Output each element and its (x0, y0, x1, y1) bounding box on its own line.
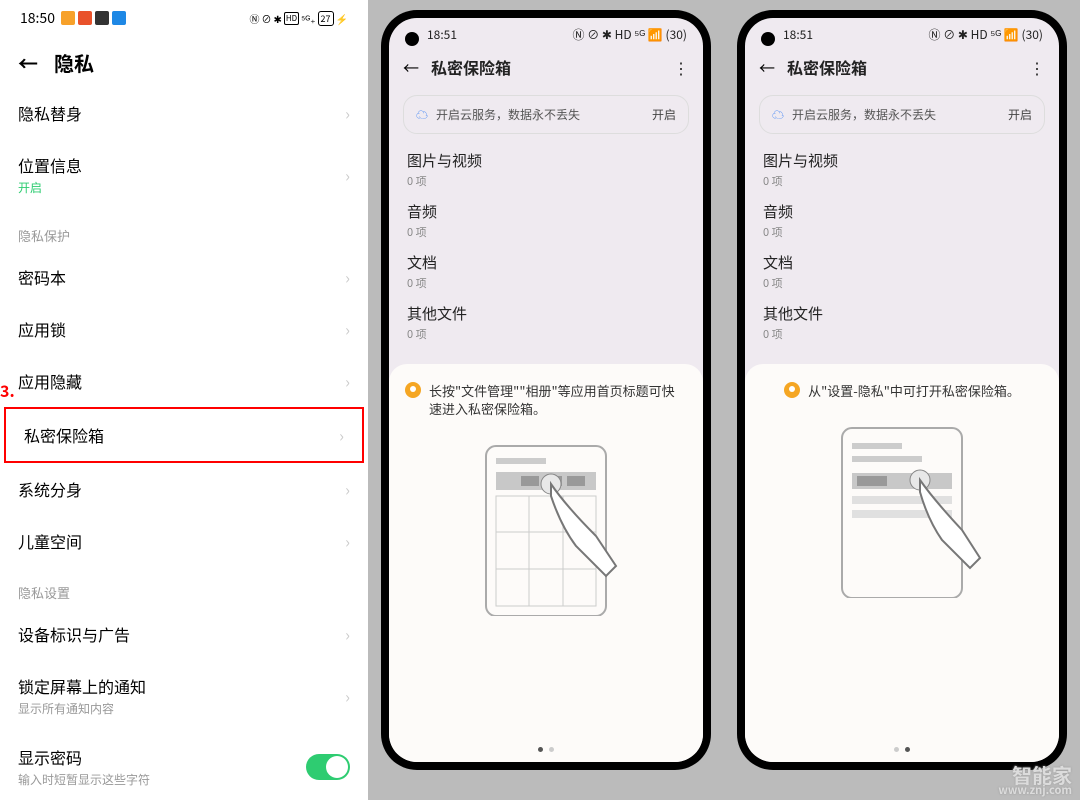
cat-images-video[interactable]: 图片与视频0 项 (389, 144, 703, 195)
step-annotation-3: 3. (0, 378, 15, 402)
page-dots[interactable] (894, 747, 910, 752)
bulb-icon (784, 382, 800, 398)
status-app-icons (61, 11, 126, 25)
tip-text: 从"设置-隐私"中可打开私密保险箱。 (784, 382, 1020, 400)
status-time: 18:50 (20, 8, 55, 28)
chevron-right-icon: › (345, 684, 350, 708)
phone-status-bar: 18:51 Ⓝ ⊘ ✱ HD ⁵ᴳ 📶 (30) (389, 18, 703, 43)
safe-title: 私密保险箱 (431, 55, 511, 79)
page-dots[interactable] (538, 747, 554, 752)
phone-photos: 18:51 Ⓝ ⊘ ✱ HD ⁵ᴳ 📶 (30) ← 私密保险箱 ⋮ ☁ 开启云… (368, 0, 1080, 800)
safe-title: 私密保险箱 (787, 55, 867, 79)
cloud-icon: ☁ (416, 106, 428, 123)
chevron-right-icon: › (345, 163, 350, 187)
tip-text: 长按"文件管理""相册"等应用首页标题可快速进入私密保险箱。 (405, 382, 687, 418)
row-show-password[interactable]: 显示密码输入时短暂显示这些字符 (0, 731, 368, 802)
phone-1: 18:51 Ⓝ ⊘ ✱ HD ⁵ᴳ 📶 (30) ← 私密保险箱 ⋮ ☁ 开启云… (368, 0, 724, 800)
bluetooth-icon: ✱ (273, 11, 281, 26)
settings-screenshot: 18:50 Ⓝ ⊘ ✱ HD ⁵ᴳ₊ 27 ⚡ ← 隐私 隐私替身 › 位置信息… (0, 0, 368, 800)
phone-status-icons: Ⓝ ⊘ ✱ HD ⁵ᴳ 📶 (30) (573, 26, 687, 43)
row-label: 隐私替身 (18, 101, 82, 125)
cat-docs[interactable]: 文档0 项 (389, 246, 703, 297)
chevron-right-icon: › (345, 317, 350, 341)
chevron-right-icon: › (339, 423, 344, 447)
cat-other[interactable]: 其他文件0 项 (745, 297, 1059, 348)
status-right-cluster: Ⓝ ⊘ ✱ HD ⁵ᴳ₊ 27 ⚡ (249, 11, 348, 26)
chevron-right-icon: › (345, 101, 350, 125)
cloud-action[interactable]: 开启 (1008, 106, 1032, 123)
cloud-text: 开启云服务，数据永不丢失 (792, 106, 936, 123)
cat-docs[interactable]: 文档0 项 (745, 246, 1059, 297)
status-bar: 18:50 Ⓝ ⊘ ✱ HD ⁵ᴳ₊ 27 ⚡ (0, 0, 368, 30)
show-password-toggle[interactable] (306, 754, 350, 780)
row-private-safe[interactable]: 私密保险箱› (4, 407, 364, 463)
row-location[interactable]: 位置信息 开启 › (0, 139, 368, 210)
row-lockscreen-notif[interactable]: 锁定屏幕上的通知显示所有通知内容 › (0, 660, 368, 731)
bulb-icon (405, 382, 421, 398)
charging-icon: ⚡ (336, 11, 348, 26)
phone-2: 18:51 Ⓝ ⊘ ✱ HD ⁵ᴳ 📶 (30) ← 私密保险箱 ⋮ ☁ 开启云… (724, 0, 1080, 800)
chevron-right-icon: › (345, 529, 350, 553)
row-password-book[interactable]: 密码本› (0, 251, 368, 303)
row-label: 位置信息 (18, 153, 82, 177)
chevron-right-icon: › (345, 477, 350, 501)
dnd-icon: ⊘ (261, 11, 271, 26)
cat-other[interactable]: 其他文件0 项 (389, 297, 703, 348)
chevron-right-icon: › (345, 265, 350, 289)
row-system-clone[interactable]: 系统分身› (0, 463, 368, 515)
onboarding-sheet: 长按"文件管理""相册"等应用首页标题可快速进入私密保险箱。 (389, 364, 703, 762)
row-privacy-standin[interactable]: 隐私替身 › (0, 87, 368, 139)
cat-audio[interactable]: 音频0 项 (745, 195, 1059, 246)
cat-audio[interactable]: 音频0 项 (389, 195, 703, 246)
safe-header: ← 私密保险箱 ⋮ (745, 43, 1059, 85)
cloud-service-card[interactable]: ☁ 开启云服务，数据永不丢失 开启 (759, 95, 1045, 134)
cloud-icon: ☁ (772, 106, 784, 123)
tip-illustration (466, 436, 626, 616)
onboarding-sheet: 从"设置-隐私"中可打开私密保险箱。 (745, 364, 1059, 762)
page-header: ← 隐私 (0, 30, 368, 87)
row-sub: 开启 (18, 179, 82, 196)
kebab-icon[interactable]: ⋮ (673, 55, 689, 79)
chevron-right-icon: › (345, 622, 350, 646)
phone-status-bar: 18:51 Ⓝ ⊘ ✱ HD ⁵ᴳ 📶 (30) (745, 18, 1059, 43)
back-icon[interactable]: ← (18, 48, 38, 77)
back-icon[interactable]: ← (403, 55, 419, 79)
hd-icon: HD (284, 12, 299, 25)
punch-hole-camera (405, 32, 419, 46)
row-app-hide[interactable]: 应用隐藏› (0, 355, 368, 407)
signal-icon: ⁵ᴳ₊ (301, 11, 315, 26)
cloud-action[interactable]: 开启 (652, 106, 676, 123)
nfc-icon: Ⓝ (249, 11, 259, 26)
phone-time: 18:51 (783, 26, 813, 43)
tip-illustration (822, 418, 982, 598)
row-kids-space[interactable]: 儿童空间› (0, 515, 368, 567)
cat-images-video[interactable]: 图片与视频0 项 (745, 144, 1059, 195)
punch-hole-camera (761, 32, 775, 46)
battery-icon: 27 (318, 11, 334, 26)
row-app-lock[interactable]: 应用锁› (0, 303, 368, 355)
cloud-service-card[interactable]: ☁ 开启云服务，数据永不丢失 开启 (403, 95, 689, 134)
phone-time: 18:51 (427, 26, 457, 43)
phone-status-icons: Ⓝ ⊘ ✱ HD ⁵ᴳ 📶 (30) (929, 26, 1043, 43)
section-privacy-settings: 隐私设置 (0, 567, 368, 608)
kebab-icon[interactable]: ⋮ (1029, 55, 1045, 79)
page-title: 隐私 (54, 48, 94, 77)
safe-header: ← 私密保险箱 ⋮ (389, 43, 703, 85)
row-device-id-ads[interactable]: 设备标识与广告› (0, 608, 368, 660)
back-icon[interactable]: ← (759, 55, 775, 79)
cloud-text: 开启云服务，数据永不丢失 (436, 106, 580, 123)
section-privacy-protect: 隐私保护 (0, 210, 368, 251)
chevron-right-icon: › (345, 369, 350, 393)
